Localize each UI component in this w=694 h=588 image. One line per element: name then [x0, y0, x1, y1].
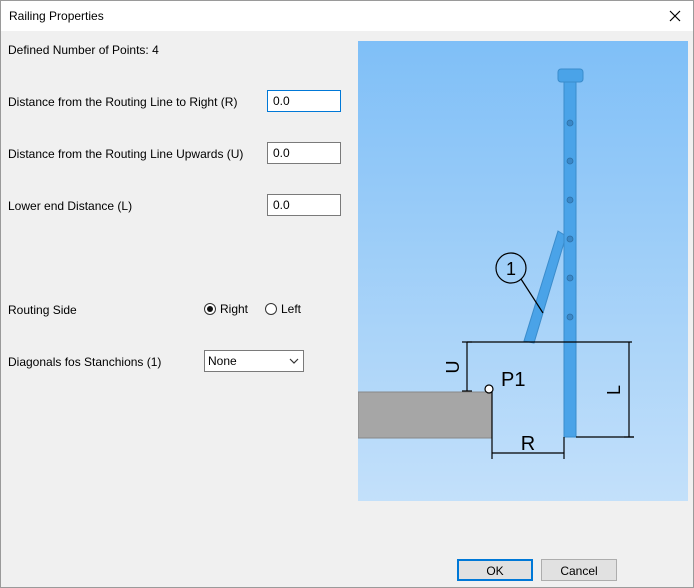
radio-right-label: Right: [220, 302, 249, 316]
cancel-button[interactable]: Cancel: [541, 559, 617, 581]
distance-up-label: Distance from the Routing Line Upwards (…: [8, 147, 244, 161]
routing-side-label: Routing Side: [8, 303, 77, 317]
title-bar: Railing Properties: [1, 1, 693, 31]
stanchion-cap: [557, 68, 584, 83]
diagonals-select[interactable]: None: [204, 350, 304, 372]
close-button[interactable]: [663, 4, 687, 28]
radio-indicator: [204, 303, 216, 315]
point-label: P1: [501, 369, 525, 391]
dimension-u-label: U: [443, 361, 463, 374]
defined-points-label: Defined Number of Points: 4: [8, 43, 159, 57]
railing-diagram: 1 P1 U L R: [357, 41, 688, 501]
window-title: Railing Properties: [9, 9, 104, 23]
routing-side-right-radio[interactable]: Right: [204, 302, 248, 316]
point-p1-marker: [484, 384, 494, 394]
dimension-r-label: R: [521, 433, 535, 455]
diagonals-label: Diagonals fos Stanchions (1): [8, 355, 162, 369]
base-beam: [357, 391, 493, 439]
distance-up-input[interactable]: [267, 142, 341, 164]
diagonals-selected-value: None: [208, 354, 237, 368]
distance-right-input[interactable]: [267, 90, 341, 112]
radio-left-label: Left: [281, 302, 302, 316]
callout-number: 1: [506, 259, 516, 279]
stanchion-post: [563, 78, 577, 438]
ok-button[interactable]: OK: [457, 559, 533, 581]
radio-indicator: [265, 303, 277, 315]
lower-end-label: Lower end Distance (L): [8, 199, 133, 213]
dimension-l-label: L: [604, 385, 624, 395]
chevron-down-icon: [289, 358, 299, 364]
routing-side-left-radio[interactable]: Left: [265, 302, 301, 316]
railing-properties-dialog: Railing Properties Defined Number of Poi…: [0, 0, 694, 588]
close-icon: [669, 10, 681, 22]
distance-right-label: Distance from the Routing Line to Right …: [8, 95, 238, 109]
lower-end-input[interactable]: [267, 194, 341, 216]
